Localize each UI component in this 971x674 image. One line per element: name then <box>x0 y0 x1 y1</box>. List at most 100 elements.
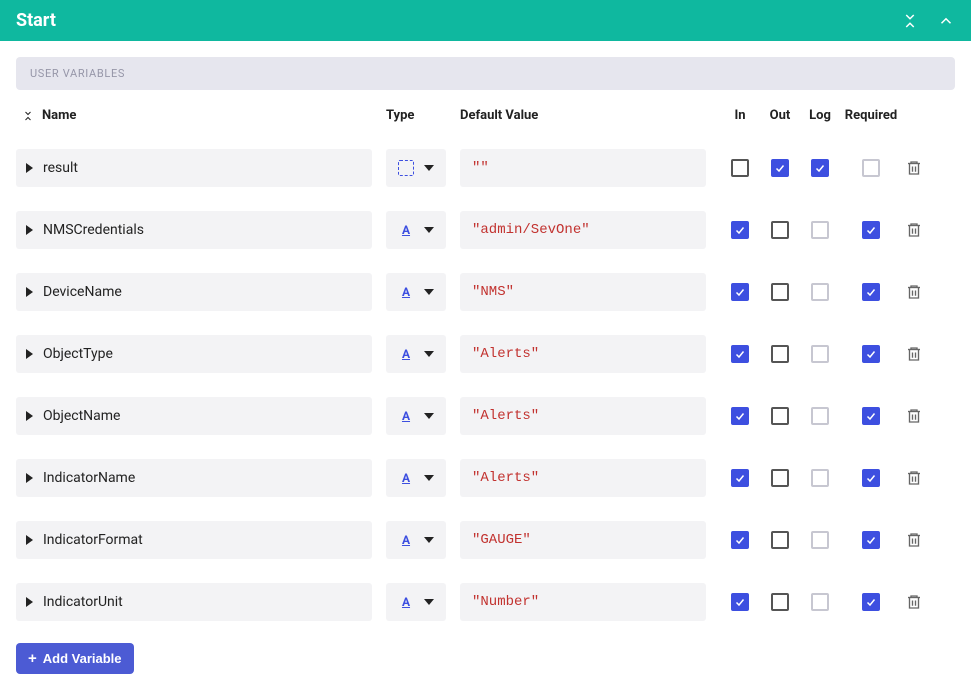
out-checkbox[interactable] <box>771 469 789 487</box>
out-checkbox[interactable] <box>771 345 789 363</box>
expand-icon[interactable] <box>26 163 33 173</box>
delete-variable-button[interactable] <box>902 407 926 425</box>
variable-default-value[interactable]: "" <box>460 149 706 187</box>
required-checkbox[interactable] <box>862 593 880 611</box>
delete-variable-button[interactable] <box>902 469 926 487</box>
expand-icon[interactable] <box>26 597 33 607</box>
chevron-down-icon <box>424 351 434 357</box>
variable-name-field[interactable]: result <box>16 149 372 187</box>
collapse-vertical-icon[interactable] <box>901 12 919 30</box>
chevron-down-icon <box>424 165 434 171</box>
variable-name-field[interactable]: ObjectType <box>16 335 372 373</box>
in-checkbox[interactable] <box>731 283 749 301</box>
required-checkbox[interactable] <box>862 469 880 487</box>
variable-default-value[interactable]: "admin/SevOne" <box>460 211 706 249</box>
column-header-name[interactable]: Name <box>16 108 386 123</box>
in-checkbox[interactable] <box>731 593 749 611</box>
type-glyph-icon: A <box>398 284 414 300</box>
expand-icon[interactable] <box>26 349 33 359</box>
variable-row: IndicatorUnit A "Number" <box>16 571 955 633</box>
variable-row: IndicatorName A "Alerts" <box>16 447 955 509</box>
in-checkbox[interactable] <box>731 469 749 487</box>
in-checkbox[interactable] <box>731 221 749 239</box>
expand-icon[interactable] <box>26 535 33 545</box>
variable-default-value[interactable]: "Alerts" <box>460 335 706 373</box>
expand-icon[interactable] <box>26 473 33 483</box>
variable-default-value[interactable]: "GAUGE" <box>460 521 706 559</box>
variable-name-field[interactable]: IndicatorUnit <box>16 583 372 621</box>
chevron-down-icon <box>424 413 434 419</box>
required-checkbox[interactable] <box>862 221 880 239</box>
default-value-text: "Alerts" <box>472 408 539 424</box>
type-glyph-icon: A <box>398 346 414 362</box>
out-checkbox[interactable] <box>771 159 789 177</box>
variable-name-field[interactable]: IndicatorFormat <box>16 521 372 559</box>
variable-row: IndicatorFormat A "GAUGE" <box>16 509 955 571</box>
variable-type-select[interactable]: A <box>386 273 446 311</box>
variable-type-select[interactable] <box>386 149 446 187</box>
variable-type-select[interactable]: A <box>386 459 446 497</box>
in-checkbox[interactable] <box>731 531 749 549</box>
add-variable-button[interactable]: + Add Variable <box>16 643 134 674</box>
log-checkbox[interactable] <box>811 159 829 177</box>
delete-variable-button[interactable] <box>902 221 926 239</box>
variable-default-value[interactable]: "NMS" <box>460 273 706 311</box>
variable-row: NMSCredentials A "admin/SevOne" <box>16 199 955 261</box>
delete-variable-button[interactable] <box>902 531 926 549</box>
out-checkbox[interactable] <box>771 283 789 301</box>
in-checkbox[interactable] <box>731 159 749 177</box>
variable-type-select[interactable]: A <box>386 583 446 621</box>
out-checkbox[interactable] <box>771 221 789 239</box>
variable-name-text: IndicatorFormat <box>43 532 143 548</box>
log-checkbox <box>811 531 829 549</box>
delete-variable-button[interactable] <box>902 159 926 177</box>
variable-row: ObjectName A "Alerts" <box>16 385 955 447</box>
required-checkbox[interactable] <box>862 531 880 549</box>
variable-type-select[interactable]: A <box>386 335 446 373</box>
column-header-log: Log <box>800 108 840 123</box>
expand-icon[interactable] <box>26 225 33 235</box>
chevron-down-icon <box>424 289 434 295</box>
type-glyph-icon: A <box>398 470 414 486</box>
delete-variable-button[interactable] <box>902 345 926 363</box>
default-value-text: "admin/SevOne" <box>472 222 590 238</box>
variables-table-header: Name Type Default Value In Out Log Requi… <box>16 108 955 131</box>
out-checkbox[interactable] <box>771 531 789 549</box>
column-header-type: Type <box>386 108 460 123</box>
log-checkbox <box>811 283 829 301</box>
default-value-text: "" <box>472 160 489 176</box>
variable-type-select[interactable]: A <box>386 397 446 435</box>
log-checkbox <box>811 345 829 363</box>
panel-header-actions <box>901 12 955 30</box>
expand-icon[interactable] <box>26 411 33 421</box>
log-checkbox <box>811 221 829 239</box>
chevron-up-icon[interactable] <box>937 12 955 30</box>
variable-name-text: ObjectType <box>43 346 113 362</box>
chevron-down-icon <box>424 537 434 543</box>
default-value-text: "NMS" <box>472 284 514 300</box>
column-header-out: Out <box>760 108 800 123</box>
in-checkbox[interactable] <box>731 345 749 363</box>
out-checkbox[interactable] <box>771 593 789 611</box>
variable-default-value[interactable]: "Alerts" <box>460 459 706 497</box>
required-checkbox[interactable] <box>862 345 880 363</box>
out-checkbox[interactable] <box>771 407 789 425</box>
variable-type-select[interactable]: A <box>386 211 446 249</box>
delete-variable-button[interactable] <box>902 283 926 301</box>
delete-variable-button[interactable] <box>902 593 926 611</box>
required-checkbox[interactable] <box>862 407 880 425</box>
variable-default-value[interactable]: "Alerts" <box>460 397 706 435</box>
variable-name-text: DeviceName <box>43 284 122 300</box>
variable-name-field[interactable]: ObjectName <box>16 397 372 435</box>
required-checkbox[interactable] <box>862 283 880 301</box>
expand-icon[interactable] <box>26 287 33 297</box>
in-checkbox[interactable] <box>731 407 749 425</box>
variable-row: DeviceName A "NMS" <box>16 261 955 323</box>
variable-type-select[interactable]: A <box>386 521 446 559</box>
variable-default-value[interactable]: "Number" <box>460 583 706 621</box>
variable-name-field[interactable]: IndicatorName <box>16 459 372 497</box>
chevron-down-icon <box>424 227 434 233</box>
required-checkbox <box>862 159 880 177</box>
variable-name-field[interactable]: NMSCredentials <box>16 211 372 249</box>
variable-name-field[interactable]: DeviceName <box>16 273 372 311</box>
